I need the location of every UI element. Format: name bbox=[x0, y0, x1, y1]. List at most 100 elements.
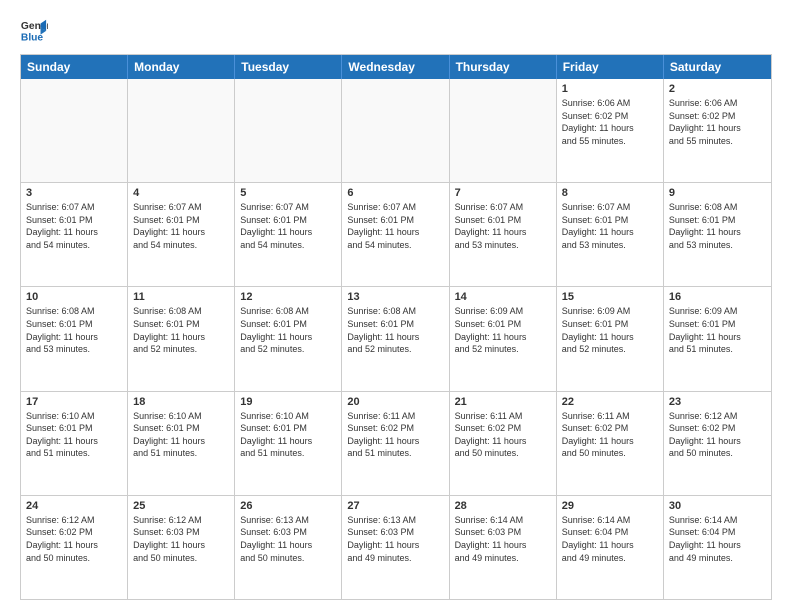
cell-info: Sunrise: 6:08 AM Sunset: 6:01 PM Dayligh… bbox=[669, 201, 766, 251]
cal-cell-day-2: 2 Sunrise: 6:06 AM Sunset: 6:02 PM Daylig… bbox=[664, 79, 771, 182]
day-number: 3 bbox=[26, 187, 122, 199]
day-number: 8 bbox=[562, 187, 658, 199]
day-number: 23 bbox=[669, 396, 766, 408]
cal-cell-day-23: 23 Sunrise: 6:12 AM Sunset: 6:02 PM Dayli… bbox=[664, 392, 771, 495]
cal-cell-day-8: 8Sunrise: 6:07 AM Sunset: 6:01 PM Daylig… bbox=[557, 183, 664, 286]
cal-cell-day-24: 24 Sunrise: 6:12 AM Sunset: 6:02 PM Dayli… bbox=[21, 496, 128, 599]
cell-info: Sunrise: 6:12 AM Sunset: 6:02 PM Dayligh… bbox=[26, 514, 122, 564]
cell-info: Sunrise: 6:13 AM Sunset: 6:03 PM Dayligh… bbox=[347, 514, 443, 564]
cell-info: Sunrise: 6:11 AM Sunset: 6:02 PM Dayligh… bbox=[562, 410, 658, 460]
cal-cell-day-22: 22 Sunrise: 6:11 AM Sunset: 6:02 PM Dayli… bbox=[557, 392, 664, 495]
cal-cell-day-29: 29 Sunrise: 6:14 AM Sunset: 6:04 PM Dayli… bbox=[557, 496, 664, 599]
cal-week-3: 10 Sunrise: 6:08 AM Sunset: 6:01 PM Dayli… bbox=[21, 286, 771, 390]
page: General Blue SundayMondayTuesdayWednesda… bbox=[0, 0, 792, 612]
cal-cell-day-3: 3 Sunrise: 6:07 AM Sunset: 6:01 PM Daylig… bbox=[21, 183, 128, 286]
day-number: 11 bbox=[133, 291, 229, 303]
cell-info: Sunrise: 6:08 AM Sunset: 6:01 PM Dayligh… bbox=[133, 305, 229, 355]
cell-info: Sunrise: 6:12 AM Sunset: 6:02 PM Dayligh… bbox=[669, 410, 766, 460]
day-number: 29 bbox=[562, 500, 658, 512]
day-number: 1 bbox=[562, 83, 658, 95]
cal-cell-empty bbox=[128, 79, 235, 182]
cell-info: Sunrise: 6:09 AM Sunset: 6:01 PM Dayligh… bbox=[455, 305, 551, 355]
day-number: 24 bbox=[26, 500, 122, 512]
logo-icon: General Blue bbox=[20, 16, 48, 44]
day-number: 2 bbox=[669, 83, 766, 95]
header: General Blue bbox=[20, 16, 772, 44]
cal-cell-day-9: 9 Sunrise: 6:08 AM Sunset: 6:01 PM Daylig… bbox=[664, 183, 771, 286]
cell-info: Sunrise: 6:14 AM Sunset: 6:03 PM Dayligh… bbox=[455, 514, 551, 564]
calendar-body: 1 Sunrise: 6:06 AM Sunset: 6:02 PM Daylig… bbox=[21, 79, 771, 599]
cal-cell-day-27: 27 Sunrise: 6:13 AM Sunset: 6:03 PM Dayli… bbox=[342, 496, 449, 599]
day-number: 26 bbox=[240, 500, 336, 512]
cell-info: Sunrise: 6:07 AM Sunset: 6:01 PM Dayligh… bbox=[133, 201, 229, 251]
cal-cell-day-5: 5 Sunrise: 6:07 AM Sunset: 6:01 PM Daylig… bbox=[235, 183, 342, 286]
cal-week-5: 24 Sunrise: 6:12 AM Sunset: 6:02 PM Dayli… bbox=[21, 495, 771, 599]
day-number: 22 bbox=[562, 396, 658, 408]
cal-week-2: 3 Sunrise: 6:07 AM Sunset: 6:01 PM Daylig… bbox=[21, 182, 771, 286]
cell-info: Sunrise: 6:08 AM Sunset: 6:01 PM Dayligh… bbox=[26, 305, 122, 355]
day-number: 17 bbox=[26, 396, 122, 408]
cal-header-thursday: Thursday bbox=[450, 55, 557, 79]
day-number: 30 bbox=[669, 500, 766, 512]
cal-header-friday: Friday bbox=[557, 55, 664, 79]
cal-cell-day-28: 28 Sunrise: 6:14 AM Sunset: 6:03 PM Dayli… bbox=[450, 496, 557, 599]
cal-week-1: 1 Sunrise: 6:06 AM Sunset: 6:02 PM Daylig… bbox=[21, 79, 771, 182]
day-number: 13 bbox=[347, 291, 443, 303]
cell-info: Sunrise: 6:09 AM Sunset: 6:01 PM Dayligh… bbox=[562, 305, 658, 355]
day-number: 5 bbox=[240, 187, 336, 199]
cal-header-wednesday: Wednesday bbox=[342, 55, 449, 79]
cell-info: Sunrise: 6:12 AM Sunset: 6:03 PM Dayligh… bbox=[133, 514, 229, 564]
cell-info: Sunrise: 6:14 AM Sunset: 6:04 PM Dayligh… bbox=[562, 514, 658, 564]
cal-cell-day-17: 17 Sunrise: 6:10 AM Sunset: 6:01 PM Dayli… bbox=[21, 392, 128, 495]
calendar: SundayMondayTuesdayWednesdayThursdayFrid… bbox=[20, 54, 772, 600]
cell-info: Sunrise: 6:13 AM Sunset: 6:03 PM Dayligh… bbox=[240, 514, 336, 564]
cal-cell-empty bbox=[235, 79, 342, 182]
cal-cell-day-10: 10 Sunrise: 6:08 AM Sunset: 6:01 PM Dayli… bbox=[21, 287, 128, 390]
cal-cell-day-20: 20Sunrise: 6:11 AM Sunset: 6:02 PM Dayli… bbox=[342, 392, 449, 495]
cal-cell-day-19: 19Sunrise: 6:10 AM Sunset: 6:01 PM Dayli… bbox=[235, 392, 342, 495]
calendar-header-row: SundayMondayTuesdayWednesdayThursdayFrid… bbox=[21, 55, 771, 79]
cell-info: Sunrise: 6:10 AM Sunset: 6:01 PM Dayligh… bbox=[26, 410, 122, 460]
cell-info: Sunrise: 6:07 AM Sunset: 6:01 PM Dayligh… bbox=[455, 201, 551, 251]
cal-cell-day-11: 11 Sunrise: 6:08 AM Sunset: 6:01 PM Dayli… bbox=[128, 287, 235, 390]
cal-header-saturday: Saturday bbox=[664, 55, 771, 79]
cal-week-4: 17 Sunrise: 6:10 AM Sunset: 6:01 PM Dayli… bbox=[21, 391, 771, 495]
cal-cell-day-25: 25 Sunrise: 6:12 AM Sunset: 6:03 PM Dayli… bbox=[128, 496, 235, 599]
day-number: 10 bbox=[26, 291, 122, 303]
day-number: 6 bbox=[347, 187, 443, 199]
cal-cell-day-21: 21 Sunrise: 6:11 AM Sunset: 6:02 PM Dayli… bbox=[450, 392, 557, 495]
logo: General Blue bbox=[20, 16, 48, 44]
cell-info: Sunrise: 6:09 AM Sunset: 6:01 PM Dayligh… bbox=[669, 305, 766, 355]
cell-info: Sunrise: 6:07 AM Sunset: 6:01 PM Dayligh… bbox=[240, 201, 336, 251]
day-number: 12 bbox=[240, 291, 336, 303]
cell-info: Sunrise: 6:06 AM Sunset: 6:02 PM Dayligh… bbox=[562, 97, 658, 147]
cal-header-monday: Monday bbox=[128, 55, 235, 79]
day-number: 16 bbox=[669, 291, 766, 303]
cal-cell-day-7: 7 Sunrise: 6:07 AM Sunset: 6:01 PM Daylig… bbox=[450, 183, 557, 286]
day-number: 28 bbox=[455, 500, 551, 512]
day-number: 14 bbox=[455, 291, 551, 303]
cell-info: Sunrise: 6:11 AM Sunset: 6:02 PM Dayligh… bbox=[455, 410, 551, 460]
cal-cell-day-18: 18Sunrise: 6:10 AM Sunset: 6:01 PM Dayli… bbox=[128, 392, 235, 495]
cal-cell-empty bbox=[342, 79, 449, 182]
day-number: 18 bbox=[133, 396, 229, 408]
day-number: 25 bbox=[133, 500, 229, 512]
day-number: 21 bbox=[455, 396, 551, 408]
cell-info: Sunrise: 6:06 AM Sunset: 6:02 PM Dayligh… bbox=[669, 97, 766, 147]
cell-info: Sunrise: 6:07 AM Sunset: 6:01 PM Dayligh… bbox=[347, 201, 443, 251]
day-number: 19 bbox=[240, 396, 336, 408]
day-number: 15 bbox=[562, 291, 658, 303]
cal-header-sunday: Sunday bbox=[21, 55, 128, 79]
cell-info: Sunrise: 6:08 AM Sunset: 6:01 PM Dayligh… bbox=[347, 305, 443, 355]
day-number: 4 bbox=[133, 187, 229, 199]
cal-cell-day-4: 4 Sunrise: 6:07 AM Sunset: 6:01 PM Daylig… bbox=[128, 183, 235, 286]
cal-cell-day-30: 30Sunrise: 6:14 AM Sunset: 6:04 PM Dayli… bbox=[664, 496, 771, 599]
day-number: 27 bbox=[347, 500, 443, 512]
cal-cell-day-14: 14 Sunrise: 6:09 AM Sunset: 6:01 PM Dayli… bbox=[450, 287, 557, 390]
svg-text:Blue: Blue bbox=[21, 32, 44, 43]
cell-info: Sunrise: 6:11 AM Sunset: 6:02 PM Dayligh… bbox=[347, 410, 443, 460]
cell-info: Sunrise: 6:07 AM Sunset: 6:01 PM Dayligh… bbox=[26, 201, 122, 251]
day-number: 9 bbox=[669, 187, 766, 199]
day-number: 7 bbox=[455, 187, 551, 199]
cal-cell-empty bbox=[450, 79, 557, 182]
